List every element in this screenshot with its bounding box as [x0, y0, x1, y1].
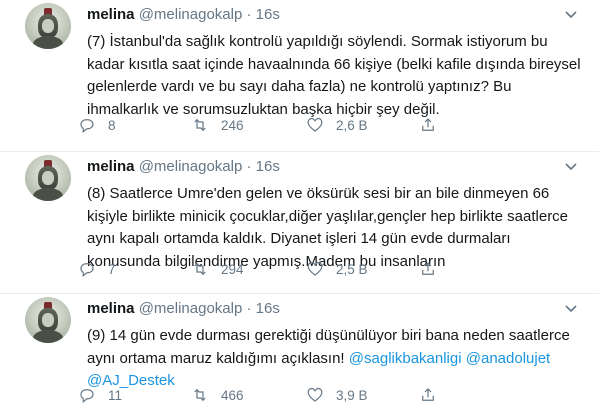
like-button[interactable]: 2,5 B [306, 260, 368, 278]
reply-count: 7 [108, 261, 116, 277]
retweet-count: 466 [221, 387, 244, 403]
share-icon [422, 262, 434, 275]
tweet-actions: 8 246 2,6 B [78, 116, 498, 136]
chevron-down-icon[interactable] [563, 158, 579, 174]
share-button[interactable] [419, 116, 449, 134]
tweet-actions: 7 294 2,5 B [78, 260, 498, 280]
chevron-down-icon[interactable] [563, 6, 579, 22]
retweet-icon [194, 388, 206, 402]
avatar[interactable] [25, 155, 71, 201]
reply-button[interactable]: 11 [78, 386, 122, 404]
heart-icon [307, 117, 323, 132]
like-button[interactable]: 2,6 B [306, 116, 368, 134]
timestamp[interactable]: 16s [256, 300, 280, 317]
reply-icon [80, 263, 94, 277]
retweet-count: 246 [221, 117, 244, 133]
retweet-icon [194, 118, 206, 132]
tweet[interactable]: melina @melinagokalp · 16s (9) 14 gün ev… [0, 294, 599, 410]
mention-link[interactable]: @saglikbakanligi [349, 350, 462, 367]
reply-icon [80, 119, 94, 133]
reply-count: 8 [108, 117, 116, 133]
chevron-down-icon[interactable] [563, 300, 579, 316]
reply-button[interactable]: 8 [78, 116, 116, 134]
retweet-button[interactable]: 294 [191, 260, 244, 278]
like-count: 2,6 B [336, 117, 368, 133]
like-button[interactable]: 3,9 B [306, 386, 368, 404]
tweet-actions: 11 466 3,9 B [78, 386, 498, 406]
tweet[interactable]: melina @melinagokalp · 16s (8) Saatlerce… [0, 152, 599, 294]
mention-link[interactable]: @anadolujet [466, 350, 550, 367]
avatar[interactable] [25, 297, 71, 343]
avatar[interactable] [25, 3, 71, 49]
display-name[interactable]: melina [87, 6, 135, 23]
retweet-button[interactable]: 246 [191, 116, 244, 134]
display-name[interactable]: melina [87, 300, 135, 317]
display-name[interactable]: melina [87, 158, 135, 175]
user-handle[interactable]: @melinagokalp [139, 6, 243, 23]
tweet-header: melina @melinagokalp · 16s [87, 6, 280, 23]
separator-dot: · [246, 158, 252, 175]
tweet-text: (7) İstanbul'da sağlık kontrolü yapıldığ… [87, 33, 581, 118]
share-icon [422, 118, 434, 131]
retweet-count: 294 [221, 261, 244, 277]
tweet-header: melina @melinagokalp · 16s [87, 158, 280, 175]
tweet[interactable]: melina @melinagokalp · 16s (7) İstanbul'… [0, 0, 599, 152]
heart-icon [307, 387, 323, 402]
reply-icon [80, 389, 94, 403]
reply-button[interactable]: 7 [78, 260, 116, 278]
like-count: 3,9 B [336, 387, 368, 403]
retweet-button[interactable]: 466 [191, 386, 244, 404]
separator-dot: · [246, 300, 252, 317]
tweet-text: (9) 14 gün evde durması gerektiği düşünü… [87, 325, 587, 393]
timestamp[interactable]: 16s [256, 6, 280, 23]
share-button[interactable] [419, 260, 449, 278]
share-icon [422, 388, 434, 401]
retweet-icon [194, 262, 206, 276]
tweet-header: melina @melinagokalp · 16s [87, 300, 280, 317]
user-handle[interactable]: @melinagokalp [139, 300, 243, 317]
separator-dot: · [246, 6, 252, 23]
reply-count: 11 [108, 387, 123, 403]
timestamp[interactable]: 16s [256, 158, 280, 175]
tweet-feed: melina @melinagokalp · 16s (7) İstanbul'… [0, 0, 599, 410]
like-count: 2,5 B [336, 261, 368, 277]
heart-icon [307, 261, 323, 276]
user-handle[interactable]: @melinagokalp [139, 158, 243, 175]
share-button[interactable] [419, 386, 449, 404]
